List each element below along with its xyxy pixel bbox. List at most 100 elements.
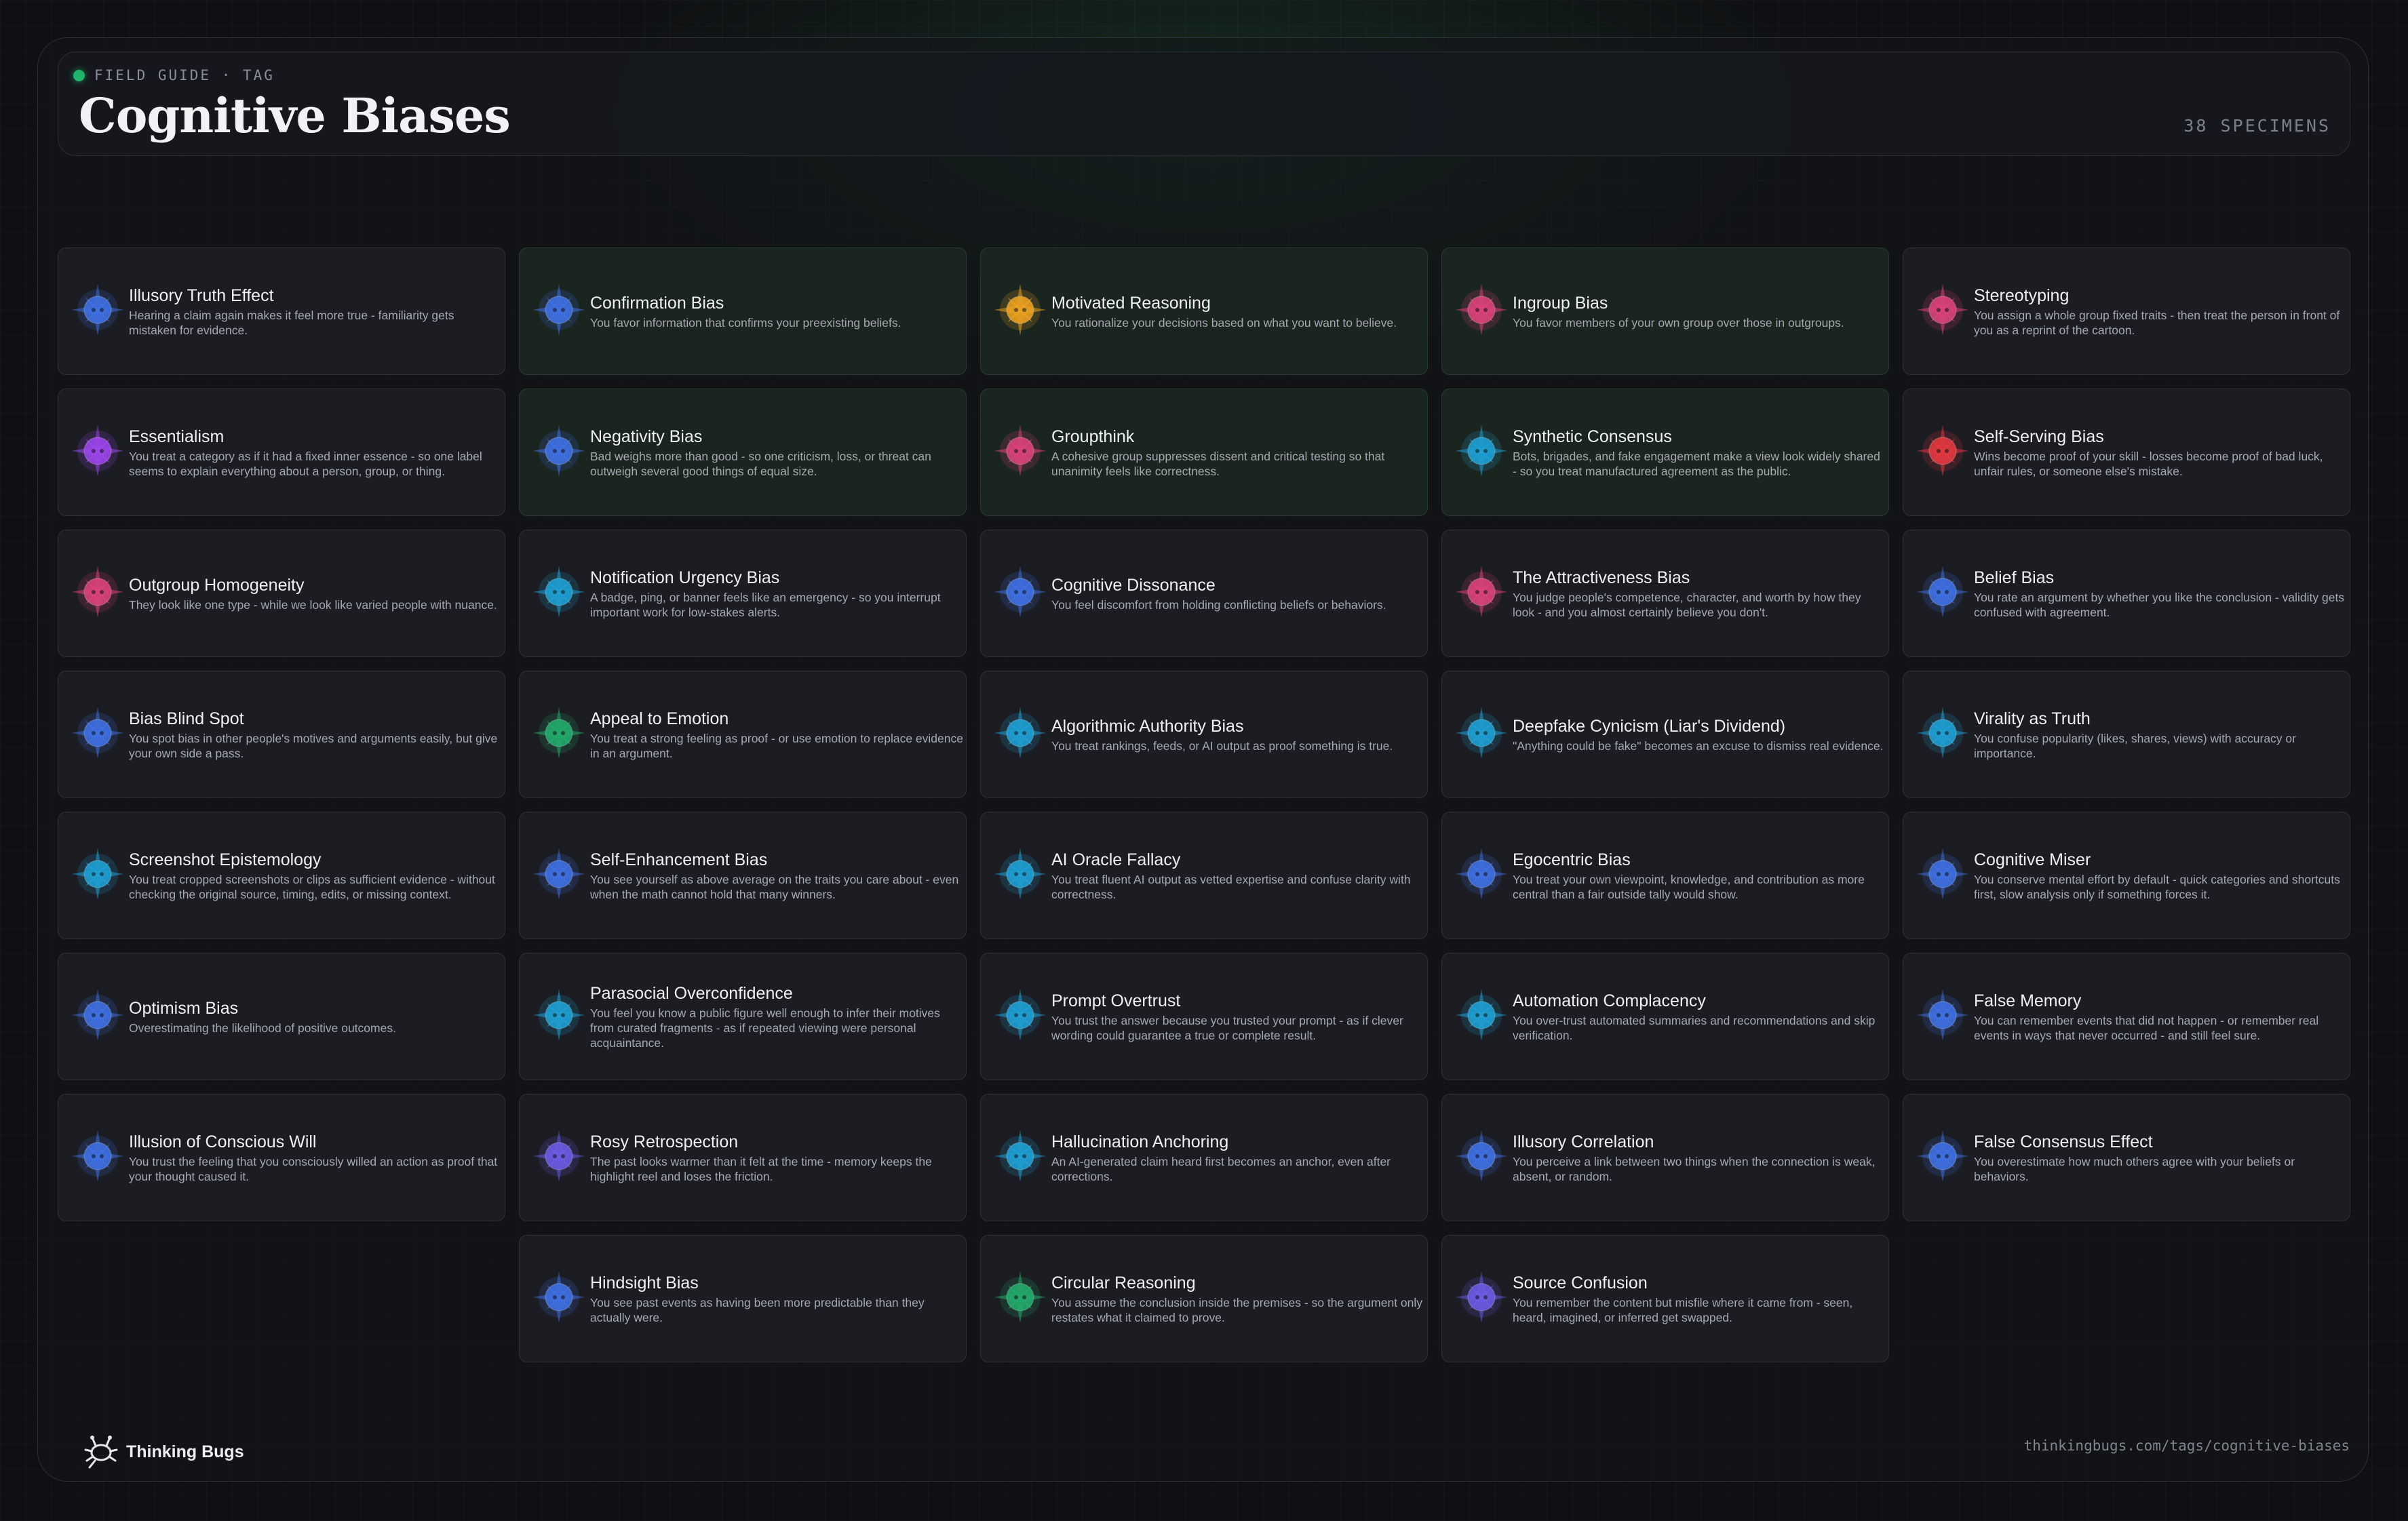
compass-star-icon bbox=[1913, 1126, 1973, 1186]
card-title: Confirmation Bias bbox=[590, 293, 724, 313]
bias-card[interactable]: Illusory Correlation You perceive a link … bbox=[1441, 1094, 1889, 1221]
compass-star-icon bbox=[529, 421, 589, 481]
card-text: Deepfake Cynicism (Liar's Dividend) "Anyt… bbox=[1513, 671, 1886, 797]
card-text: Groupthink A cohesive group suppresses di… bbox=[1051, 389, 1424, 515]
card-title: Synthetic Consensus bbox=[1513, 427, 1672, 446]
compass-star-icon bbox=[1913, 562, 1973, 622]
compass-star-icon bbox=[529, 844, 589, 904]
card-title: Circular Reasoning bbox=[1051, 1273, 1196, 1292]
card-text: Optimism Bias Overestimating the likeliho… bbox=[129, 953, 502, 1080]
bias-card[interactable]: Prompt Overtrust You trust the answer bec… bbox=[980, 953, 1428, 1080]
brand-name: Thinking Bugs bbox=[126, 1442, 244, 1461]
bias-card[interactable]: Cognitive Dissonance You feel discomfort … bbox=[980, 530, 1428, 657]
bias-card[interactable]: Hindsight Bias You see past events as hav… bbox=[519, 1235, 967, 1362]
card-title: False Memory bbox=[1974, 991, 2082, 1010]
compass-star-icon bbox=[1452, 1267, 1511, 1327]
bias-card[interactable]: Ingroup Bias You favor members of your ow… bbox=[1441, 248, 1889, 375]
card-title: Ingroup Bias bbox=[1513, 293, 1608, 313]
card-title: Groupthink bbox=[1051, 427, 1135, 446]
compass-star-icon bbox=[990, 1267, 1050, 1327]
card-description: You treat cropped screenshots or clips a… bbox=[129, 872, 495, 901]
bias-card[interactable]: Source Confusion You remember the content… bbox=[1441, 1235, 1889, 1362]
bias-card[interactable]: Automation Complacency You over-trust aut… bbox=[1441, 953, 1889, 1080]
card-description: You judge people's competence, character… bbox=[1513, 590, 1861, 619]
compass-star-icon bbox=[1913, 703, 1973, 763]
compass-star-icon bbox=[68, 844, 128, 904]
eyebrow-label: FIELD GUIDE · TAG bbox=[94, 67, 275, 83]
card-text: Screenshot Epistemology You treat cropped… bbox=[129, 812, 502, 939]
card-text: Source Confusion You remember the content… bbox=[1513, 1236, 1886, 1362]
bias-card[interactable]: Belief Bias You rate an argument by wheth… bbox=[1903, 530, 2350, 657]
bias-card[interactable]: Self-Enhancement Bias You see yourself as… bbox=[519, 812, 967, 939]
bias-card[interactable]: Hallucination Anchoring An AI-generated c… bbox=[980, 1094, 1428, 1221]
bias-card[interactable]: Stereotyping You assign a whole group fix… bbox=[1903, 248, 2350, 375]
compass-star-icon bbox=[1452, 280, 1511, 340]
bias-card[interactable]: The Attractiveness Bias You judge people'… bbox=[1441, 530, 1889, 657]
compass-star-icon bbox=[1452, 703, 1511, 763]
bias-card[interactable]: Negativity Bias Bad weighs more than good… bbox=[519, 389, 967, 516]
card-description: You perceive a link between two things w… bbox=[1513, 1154, 1876, 1183]
bias-card[interactable]: Motivated Reasoning You rationalize your … bbox=[980, 248, 1428, 375]
bias-card[interactable]: Algorithmic Authority Bias You treat rank… bbox=[980, 671, 1428, 798]
card-title: Illusion of Conscious Will bbox=[129, 1132, 317, 1151]
compass-star-icon bbox=[529, 1267, 589, 1327]
card-title: Bias Blind Spot bbox=[129, 709, 244, 728]
bias-card[interactable]: Essentialism You treat a category as if i… bbox=[58, 389, 505, 516]
bias-card[interactable]: Synthetic Consensus Bots, brigades, and f… bbox=[1441, 389, 1889, 516]
bias-card[interactable]: Illusory Truth Effect Hearing a claim aga… bbox=[58, 248, 505, 375]
compass-star-icon bbox=[990, 703, 1050, 763]
bias-card[interactable]: AI Oracle Fallacy You treat fluent AI out… bbox=[980, 812, 1428, 939]
card-title: False Consensus Effect bbox=[1974, 1132, 2153, 1151]
card-description: You overestimate how much others agree w… bbox=[1974, 1154, 2295, 1183]
bias-card[interactable]: Bias Blind Spot You spot bias in other pe… bbox=[58, 671, 505, 798]
status-dot-icon bbox=[73, 69, 85, 81]
card-title: Optimism Bias bbox=[129, 998, 239, 1018]
bias-card[interactable]: Appeal to Emotion You treat a strong feel… bbox=[519, 671, 967, 798]
compass-star-icon bbox=[529, 703, 589, 763]
bias-card[interactable]: Confirmation Bias You favor information t… bbox=[519, 248, 967, 375]
footer-brand[interactable]: Thinking Bugs bbox=[80, 1429, 244, 1475]
card-description: You assume the conclusion inside the pre… bbox=[1051, 1295, 1423, 1324]
card-text: Essentialism You treat a category as if i… bbox=[129, 389, 502, 515]
bias-card[interactable]: Self-Serving Bias Wins become proof of yo… bbox=[1903, 389, 2350, 516]
bias-card[interactable]: False Memory You can remember events that… bbox=[1903, 953, 2350, 1080]
card-title: Automation Complacency bbox=[1513, 991, 1706, 1010]
bias-card[interactable]: Outgroup Homogeneity They look like one t… bbox=[58, 530, 505, 657]
card-text: The Attractiveness Bias You judge people'… bbox=[1513, 530, 1886, 656]
bias-card[interactable]: Circular Reasoning You assume the conclus… bbox=[980, 1235, 1428, 1362]
card-text: Synthetic Consensus Bots, brigades, and f… bbox=[1513, 389, 1886, 515]
compass-star-icon bbox=[1452, 1126, 1511, 1186]
card-title: Algorithmic Authority Bias bbox=[1051, 716, 1244, 736]
bias-card[interactable]: Groupthink A cohesive group suppresses di… bbox=[980, 389, 1428, 516]
bias-card[interactable]: Deepfake Cynicism (Liar's Dividend) "Anyt… bbox=[1441, 671, 1889, 798]
bias-card[interactable]: Cognitive Miser You conserve mental effor… bbox=[1903, 812, 2350, 939]
card-description: A cohesive group suppresses dissent and … bbox=[1051, 449, 1385, 478]
bias-card[interactable]: Screenshot Epistemology You treat cropped… bbox=[58, 812, 505, 939]
bias-card[interactable]: Illusion of Conscious Will You trust the … bbox=[58, 1094, 505, 1221]
bias-card[interactable]: Notification Urgency Bias A badge, ping, … bbox=[519, 530, 967, 657]
compass-star-icon bbox=[68, 985, 128, 1045]
card-title: Negativity Bias bbox=[590, 427, 703, 446]
card-text: Bias Blind Spot You spot bias in other pe… bbox=[129, 671, 502, 797]
bias-card[interactable]: Rosy Retrospection The past looks warmer … bbox=[519, 1094, 967, 1221]
card-description: You favor members of your own group over… bbox=[1513, 315, 1844, 330]
card-title: Hindsight Bias bbox=[590, 1273, 699, 1292]
card-description: You can remember events that did not hap… bbox=[1974, 1013, 2319, 1042]
eyebrow: FIELD GUIDE · TAG bbox=[73, 67, 275, 83]
card-text: Egocentric Bias You treat your own viewpo… bbox=[1513, 812, 1886, 939]
card-description: You favor information that confirms your… bbox=[590, 315, 901, 330]
bias-card[interactable]: Egocentric Bias You treat your own viewpo… bbox=[1441, 812, 1889, 939]
card-description: Hearing a claim again makes it feel more… bbox=[129, 308, 454, 337]
page-url[interactable]: thinkingbugs.com/tags/cognitive-biases bbox=[2024, 1438, 2350, 1454]
card-description: You assign a whole group fixed traits - … bbox=[1974, 308, 2340, 337]
card-description: A badge, ping, or banner feels like an e… bbox=[590, 590, 941, 619]
bias-card[interactable]: Parasocial Overconfidence You feel you kn… bbox=[519, 953, 967, 1080]
card-title: Stereotyping bbox=[1974, 285, 2070, 305]
card-description: You conserve mental effort by default - … bbox=[1974, 872, 2340, 901]
card-description: You see past events as having been more … bbox=[590, 1295, 925, 1324]
bias-card[interactable]: False Consensus Effect You overestimate h… bbox=[1903, 1094, 2350, 1221]
bias-card[interactable]: Optimism Bias Overestimating the likeliho… bbox=[58, 953, 505, 1080]
card-text: Outgroup Homogeneity They look like one t… bbox=[129, 530, 502, 656]
bias-card[interactable]: Virality as Truth You confuse popularity … bbox=[1903, 671, 2350, 798]
card-title: Rosy Retrospection bbox=[590, 1132, 739, 1151]
